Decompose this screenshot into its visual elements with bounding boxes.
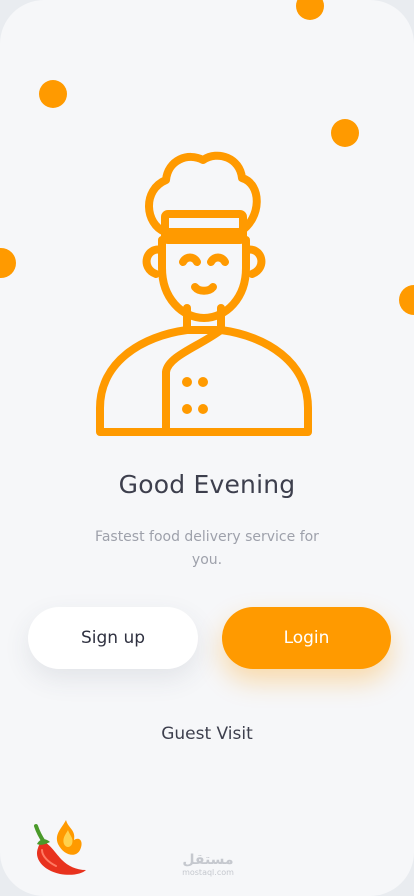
chili-pepper-icon bbox=[34, 820, 86, 875]
decor-dot bbox=[399, 285, 414, 315]
watermark-latin: mostaql.com bbox=[182, 868, 234, 877]
decor-dot bbox=[331, 119, 359, 147]
watermark-arabic: مستقل bbox=[182, 852, 234, 868]
decor-dot bbox=[296, 0, 324, 20]
signup-button[interactable]: Sign up bbox=[28, 607, 198, 669]
decor-dot bbox=[0, 248, 16, 278]
guest-visit-link[interactable]: Guest Visit bbox=[0, 724, 414, 744]
app-screen: Good Evening Fastest food delivery servi… bbox=[0, 0, 414, 896]
chef-icon bbox=[96, 151, 312, 436]
decor-dot bbox=[39, 80, 67, 108]
login-button[interactable]: Login bbox=[222, 607, 391, 669]
greeting-title: Good Evening bbox=[118, 470, 296, 499]
greeting-subtitle: Fastest food delivery service for you. bbox=[95, 529, 319, 568]
watermark: مستقل mostaql.com bbox=[170, 852, 246, 878]
